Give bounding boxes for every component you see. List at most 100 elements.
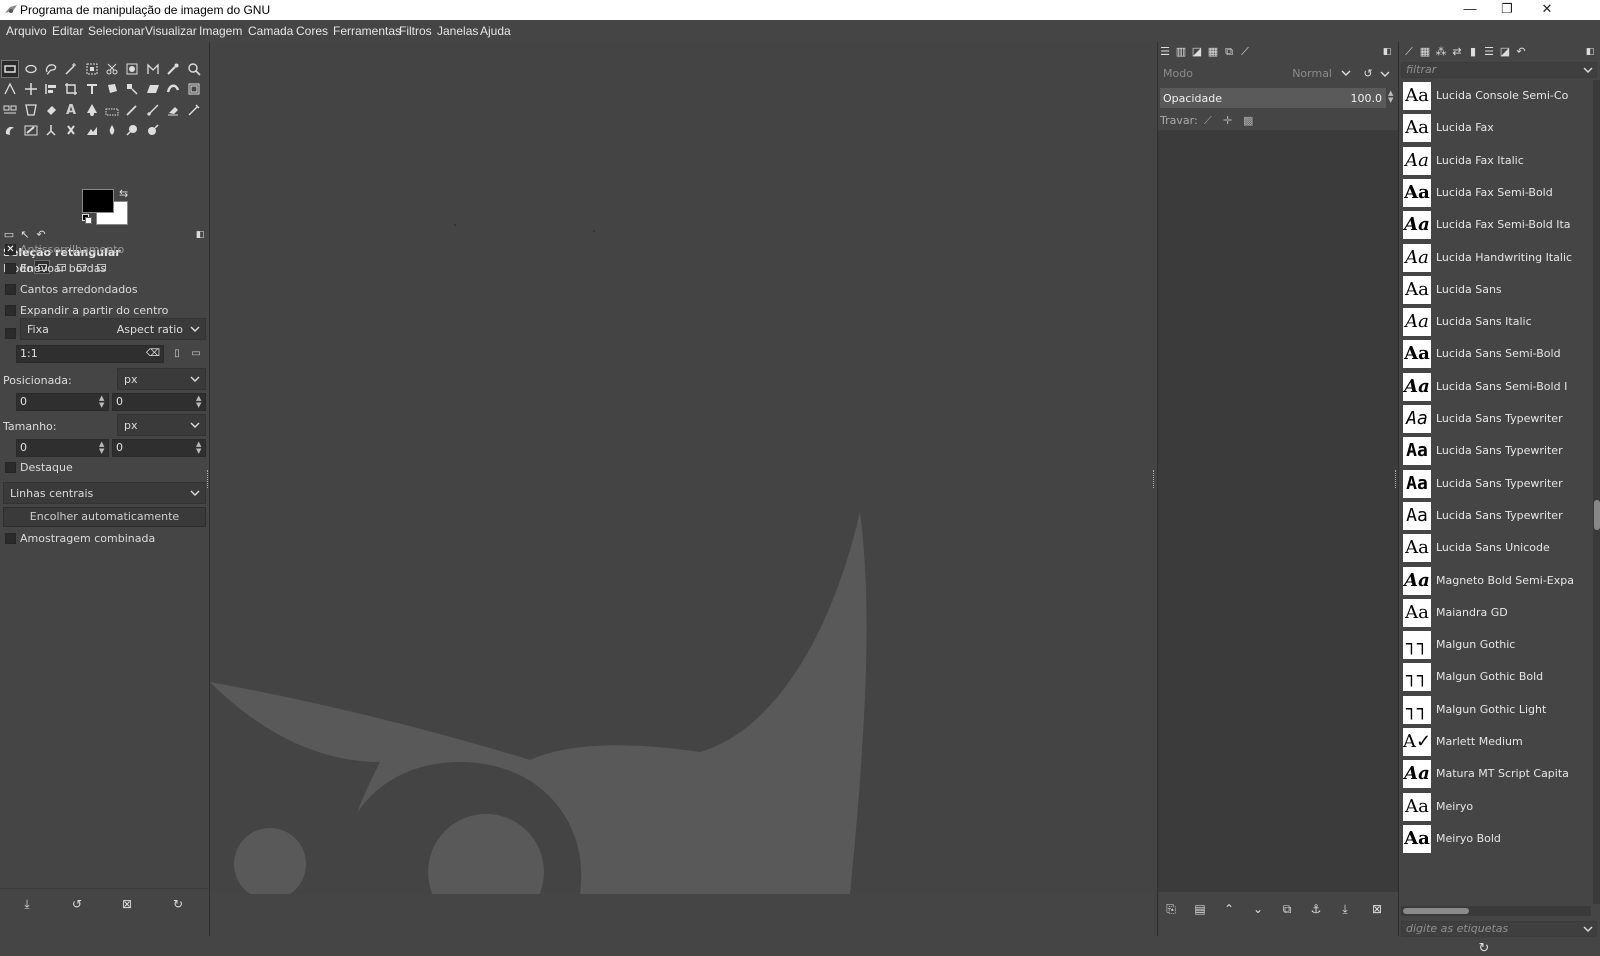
foreground-color-swatch[interactable] (82, 189, 114, 213)
fixed-dropdown[interactable]: Fixa Aspect ratio (20, 318, 206, 340)
patterns-tab-icon[interactable]: ▦ (1418, 45, 1432, 59)
image-canvas[interactable] (210, 42, 1156, 916)
colormap-tab-icon[interactable]: ▦ (1206, 45, 1220, 59)
font-list-item[interactable]: Aa Lucida Handwriting Italic (1399, 242, 1591, 274)
font-list-item[interactable]: Aa Lucida Sans Typewriter (1399, 403, 1591, 435)
perspective-clone-tool-icon[interactable] (83, 121, 101, 139)
dock-menu-icon[interactable]: ◧ (1583, 45, 1597, 59)
fixed-checkbox[interactable] (5, 328, 16, 339)
spin-arrows-icon[interactable]: ▲ ▼ (99, 395, 107, 409)
brush-tab-icon[interactable]: ⟋ (1402, 45, 1416, 59)
antialias-checkbox[interactable]: ✕ (5, 244, 16, 255)
dodge-burn-tool-icon[interactable] (144, 121, 162, 139)
menu-cores[interactable]: Cores (296, 24, 328, 38)
move-tool-icon[interactable] (22, 80, 40, 98)
rotate-tool-icon[interactable] (103, 80, 121, 98)
menu-filtros[interactable]: Filtros (399, 24, 432, 38)
heal-tool-icon[interactable] (62, 121, 80, 139)
rounded-checkbox[interactable] (5, 284, 16, 295)
images-tab-icon[interactable]: ◪ (1498, 45, 1512, 59)
scissors-select-tool-icon[interactable] (103, 60, 121, 78)
maximize-button[interactable]: ❐ (1487, 0, 1527, 20)
position-y-field[interactable]: 0 ▲ ▼ (112, 393, 206, 411)
font-list-item[interactable]: Aa Lucida Sans Typewriter (1399, 435, 1591, 467)
expand-center-checkbox[interactable] (5, 305, 16, 316)
reset-options-icon[interactable]: ↻ (171, 897, 185, 911)
layers-list[interactable] (1158, 130, 1398, 892)
dock-menu-icon[interactable]: ◧ (193, 228, 207, 242)
unified-transform-tool-icon[interactable] (83, 80, 101, 98)
pencil-tool-icon[interactable] (144, 101, 162, 119)
font-list-item[interactable]: Aa Matura MT Script Capita (1399, 758, 1591, 790)
fuzzy-select-tool-icon[interactable] (62, 60, 80, 78)
menu-arquivo[interactable]: Arquivo (6, 24, 47, 38)
highlight-checkbox[interactable] (5, 462, 16, 473)
gradients-tab-icon[interactable]: ▮ (1466, 45, 1480, 59)
chevron-down-icon[interactable] (1380, 68, 1390, 80)
font-list-item[interactable]: Aa Lucida Sans Semi-Bold I (1399, 371, 1591, 403)
tag-field[interactable]: digite as etiquetas (1401, 921, 1597, 937)
sample-merged-checkbox[interactable] (5, 533, 16, 544)
foreground-select-tool-icon[interactable] (123, 60, 141, 78)
restore-options-icon[interactable]: ↺ (70, 897, 84, 911)
spin-arrows-icon[interactable]: ▲ ▼ (196, 395, 204, 409)
font-list-item[interactable]: Aa Lucida Fax Semi-Bold (1399, 177, 1591, 209)
guides-dropdown[interactable]: Linhas centrais (3, 482, 206, 504)
font-list-item[interactable]: Aa Lucida Sans Italic (1399, 306, 1591, 338)
scroll-thumb[interactable] (1403, 908, 1469, 914)
scroll-thumb[interactable] (1594, 500, 1600, 530)
scale-tool-icon[interactable] (123, 80, 141, 98)
lock-position-icon[interactable]: ✛ (1223, 114, 1237, 127)
size-unit-dropdown[interactable]: px (117, 414, 206, 436)
menu-editar[interactable]: Editar (52, 24, 83, 38)
device-status-tab-icon[interactable]: ↖ (18, 228, 32, 242)
size-width-field[interactable]: 0 ▲ ▼ (16, 439, 109, 457)
lock-pixels-icon[interactable]: ⟋ (1204, 114, 1218, 128)
ellipse-select-tool-icon[interactable] (22, 60, 40, 78)
mode-reset-icon[interactable]: ↺ (1361, 67, 1375, 81)
delete-layer-icon[interactable]: ⊠ (1370, 902, 1384, 916)
lock-alpha-icon[interactable]: ▩ (1243, 114, 1257, 127)
new-layer-group-icon[interactable]: ▤ (1193, 902, 1207, 916)
spin-arrows-icon[interactable]: ▲ ▼ (1388, 90, 1396, 104)
undo-tab-icon[interactable]: ↶ (1514, 45, 1528, 59)
position-x-field[interactable]: 0 ▲ ▼ (16, 393, 109, 411)
paths-tool-icon[interactable] (144, 60, 162, 78)
flip-tool-icon[interactable] (22, 101, 40, 119)
font-list-horizontal-scrollbar[interactable] (1401, 906, 1591, 916)
mypaint-brush-tool-icon[interactable] (22, 121, 40, 139)
size-height-field[interactable]: 0 ▲ ▼ (112, 439, 206, 457)
menu-ajuda[interactable]: Ajuda (480, 24, 511, 38)
ratio-field[interactable]: 1:1 ⌫ (16, 345, 164, 363)
font-list-item[interactable]: Aa Lucida Sans Typewriter (1399, 500, 1591, 532)
landscape-icon[interactable]: ▭ (187, 344, 205, 362)
menu-camada[interactable]: Camada (248, 24, 293, 38)
swap-colors-icon[interactable]: ⇆ (119, 187, 128, 200)
portrait-icon[interactable]: ▯ (168, 344, 186, 362)
blend-tool-icon[interactable] (103, 101, 121, 119)
fonts-tab-icon[interactable]: ☰ (1482, 45, 1496, 59)
opacity-slider[interactable]: Opacidade 100.0 (1160, 88, 1386, 108)
font-list-item[interactable]: Aa Meiryo Bold (1399, 823, 1591, 855)
text-tool-icon[interactable]: A (62, 101, 80, 119)
blur-sharpen-tool-icon[interactable] (103, 121, 121, 139)
measure-tool-icon[interactable] (1, 80, 19, 98)
font-list-item[interactable]: Aa Meiryo (1399, 791, 1591, 823)
font-list-vertical-scrollbar[interactable] (1593, 80, 1600, 904)
delete-options-icon[interactable]: ⊠ (120, 897, 134, 911)
refresh-fonts-icon[interactable]: ↻ (1477, 941, 1491, 956)
cage-transform-tool-icon[interactable] (185, 80, 203, 98)
zoom-tool-icon[interactable] (185, 60, 203, 78)
brushes-tab-icon[interactable]: ⟋ (1238, 45, 1252, 59)
font-list-item[interactable]: Aa Lucida Fax Semi-Bold Ita (1399, 209, 1591, 241)
font-list-item[interactable]: Aa Lucida Sans Unicode (1399, 532, 1591, 564)
free-select-tool-icon[interactable] (42, 60, 60, 78)
clone-tool-icon[interactable] (42, 121, 60, 139)
anchor-layer-icon[interactable]: ⚓ (1309, 902, 1323, 916)
minimize-button[interactable]: — (1450, 0, 1490, 20)
rect-select-tool-icon[interactable] (1, 60, 19, 78)
crop-tool-icon[interactable] (62, 80, 80, 98)
histogram-tab-icon[interactable]: ⧉ (1222, 45, 1236, 59)
clear-field-icon[interactable]: ⌫ (146, 346, 160, 362)
font-list-item[interactable]: Aa Lucida Fax (1399, 112, 1591, 144)
